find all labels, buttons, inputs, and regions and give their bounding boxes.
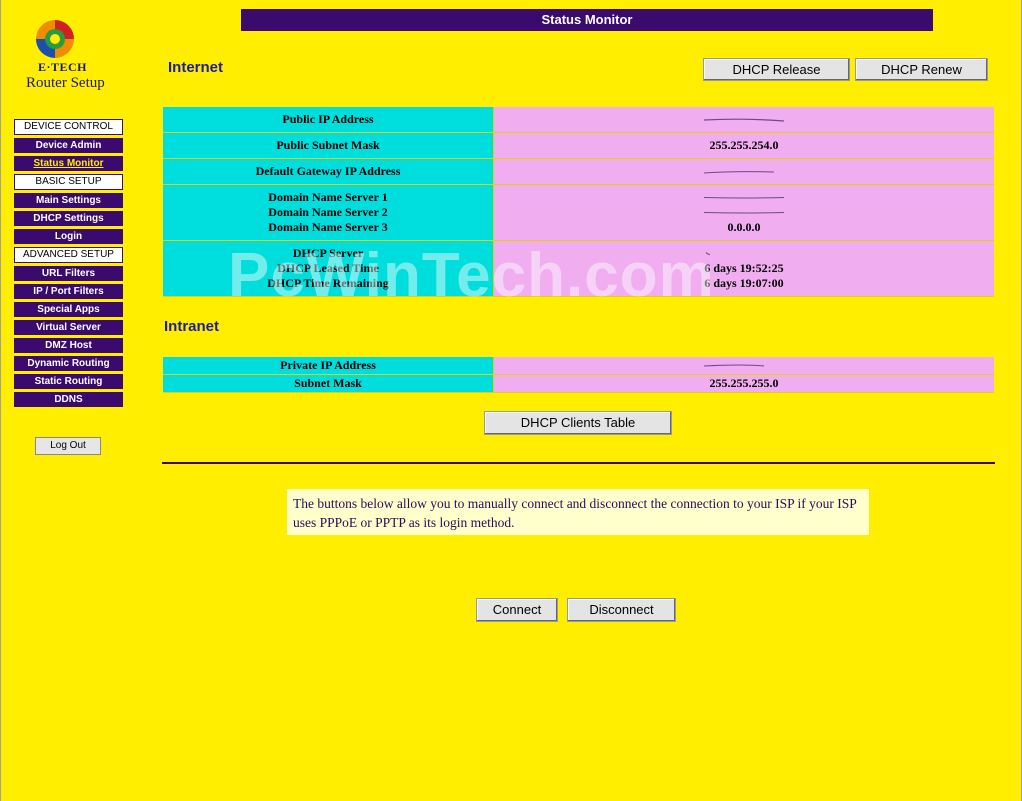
redacted-value <box>704 170 775 173</box>
sidebar-item-dhcp-settings[interactable]: DHCP Settings <box>14 211 123 226</box>
e-tech-logo-icon <box>36 20 74 58</box>
private-ip-label: Private IP Address <box>280 358 376 372</box>
table-row: Private IP Address <box>163 357 994 375</box>
dns3-value: 0.0.0.0 <box>727 220 761 234</box>
dhcp-leased-label: DHCP Leased Time <box>277 261 379 275</box>
frame-border-left <box>0 0 1 801</box>
sidebar-item-status-monitor[interactable]: Status Monitor <box>14 156 123 171</box>
gateway-value <box>494 159 994 184</box>
menu-header-device-control: DEVICE CONTROL <box>14 119 123 135</box>
isp-connection-note: The buttons below allow you to manually … <box>287 489 869 535</box>
public-subnet-label: Public Subnet Mask <box>276 138 380 152</box>
menu-header-basic-setup: BASIC SETUP <box>14 174 123 190</box>
subnet-mask-value: 255.255.255.0 <box>709 376 779 390</box>
intranet-status-table: Private IP Address Subnet Mask 255.255.2… <box>163 357 994 393</box>
table-row: Domain Name Server 1 Domain Name Server … <box>163 185 994 241</box>
redacted-value <box>704 118 784 122</box>
sidebar-item-special-apps[interactable]: Special Apps <box>14 302 123 317</box>
dhcp-leased-value: 6 days 19:52:25 <box>704 261 784 275</box>
dns2-label: Domain Name Server 2 <box>268 205 388 219</box>
gateway-label: Default Gateway IP Address <box>255 164 401 178</box>
page-title: Status Monitor <box>241 9 933 31</box>
dhcp-remaining-label: DHCP Time Remaining <box>267 276 389 290</box>
dhcp-server-label: DHCP Server <box>292 246 364 260</box>
public-ip-label: Public IP Address <box>282 112 374 126</box>
public-ip-value <box>494 107 994 132</box>
dns1-label: Domain Name Server 1 <box>268 190 388 204</box>
table-row: Default Gateway IP Address <box>163 159 994 185</box>
sidebar-item-dynamic-routing[interactable]: Dynamic Routing <box>14 356 123 371</box>
internet-status-table: Public IP Address Public Subnet Mask 255… <box>163 107 994 297</box>
internet-section-title: Internet <box>168 59 224 76</box>
public-subnet-value: 255.255.254.0 <box>709 138 779 152</box>
sidebar-item-static-routing[interactable]: Static Routing <box>14 374 123 389</box>
disconnect-button[interactable]: Disconnect <box>567 598 676 622</box>
logo-subtitle: Router Setup <box>26 75 105 91</box>
redacted-value <box>704 364 765 366</box>
dns3-label: Domain Name Server 3 <box>268 220 388 234</box>
connect-button[interactable]: Connect <box>476 598 558 622</box>
sidebar-item-ip-port-filters[interactable]: IP / Port Filters <box>14 284 123 299</box>
intranet-section-title: Intranet <box>164 318 220 335</box>
table-row: DHCP Server DHCP Leased Time DHCP Time R… <box>163 241 994 297</box>
menu-header-advanced-setup: ADVANCED SETUP <box>14 247 123 263</box>
section-divider <box>162 462 995 464</box>
table-row: Public Subnet Mask 255.255.254.0 <box>163 133 994 159</box>
sidebar-item-main-settings[interactable]: Main Settings <box>14 193 123 208</box>
subnet-mask-label: Subnet Mask <box>294 376 362 390</box>
sidebar-item-url-filters[interactable]: URL Filters <box>14 266 123 281</box>
logout-button[interactable]: Log Out <box>35 437 101 455</box>
sidebar-item-device-admin[interactable]: Device Admin <box>14 138 123 153</box>
private-ip-value <box>494 357 994 374</box>
sidebar-item-dmz-host[interactable]: DMZ Host <box>14 338 123 353</box>
dhcp-release-button[interactable]: DHCP Release <box>703 58 850 81</box>
sidebar-item-login[interactable]: Login <box>14 229 123 244</box>
table-row: Public IP Address <box>163 107 994 133</box>
sidebar-item-ddns[interactable]: DDNS <box>14 392 123 407</box>
table-row: Subnet Mask 255.255.255.0 <box>163 375 994 393</box>
sidebar-item-virtual-server[interactable]: Virtual Server <box>14 320 123 335</box>
redacted-value <box>705 252 711 255</box>
sidebar-menu: DEVICE CONTROL Device Admin Status Monit… <box>14 119 123 410</box>
dhcp-clients-table-button[interactable]: DHCP Clients Table <box>484 411 672 435</box>
redacted-value <box>704 212 784 214</box>
logo: E·TECH Router Setup <box>14 18 124 98</box>
dhcp-remaining-value: 6 days 19:07:00 <box>704 276 784 290</box>
redacted-value <box>704 197 784 199</box>
logo-brand: E·TECH <box>38 60 88 74</box>
dhcp-renew-button[interactable]: DHCP Renew <box>855 58 988 81</box>
